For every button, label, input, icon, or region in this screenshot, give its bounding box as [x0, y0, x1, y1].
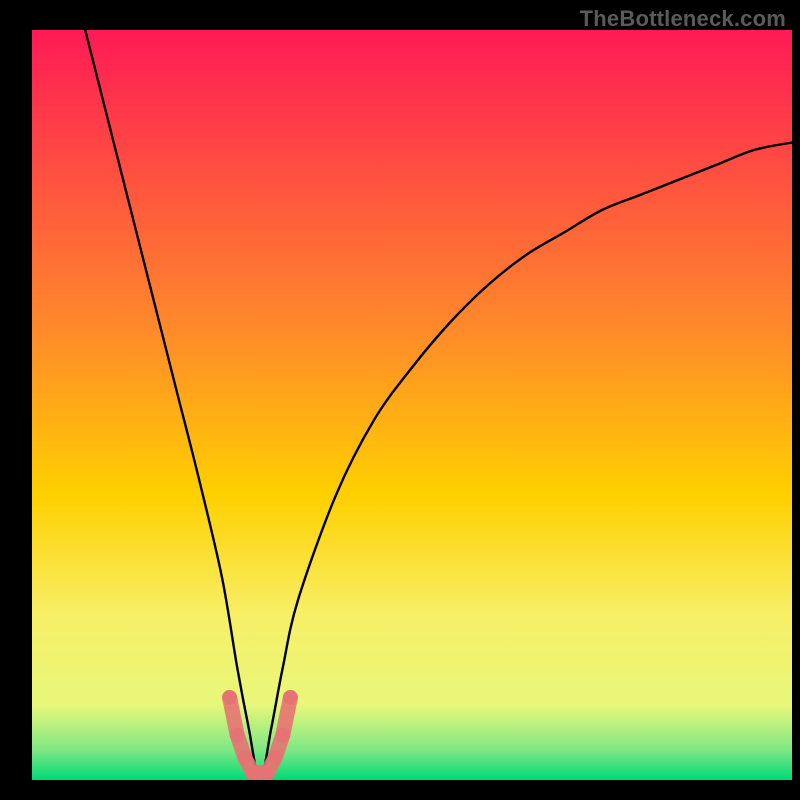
bottleneck-chart — [0, 0, 800, 800]
plot-background — [32, 30, 792, 780]
chart-frame: TheBottleneck.com — [0, 0, 800, 800]
